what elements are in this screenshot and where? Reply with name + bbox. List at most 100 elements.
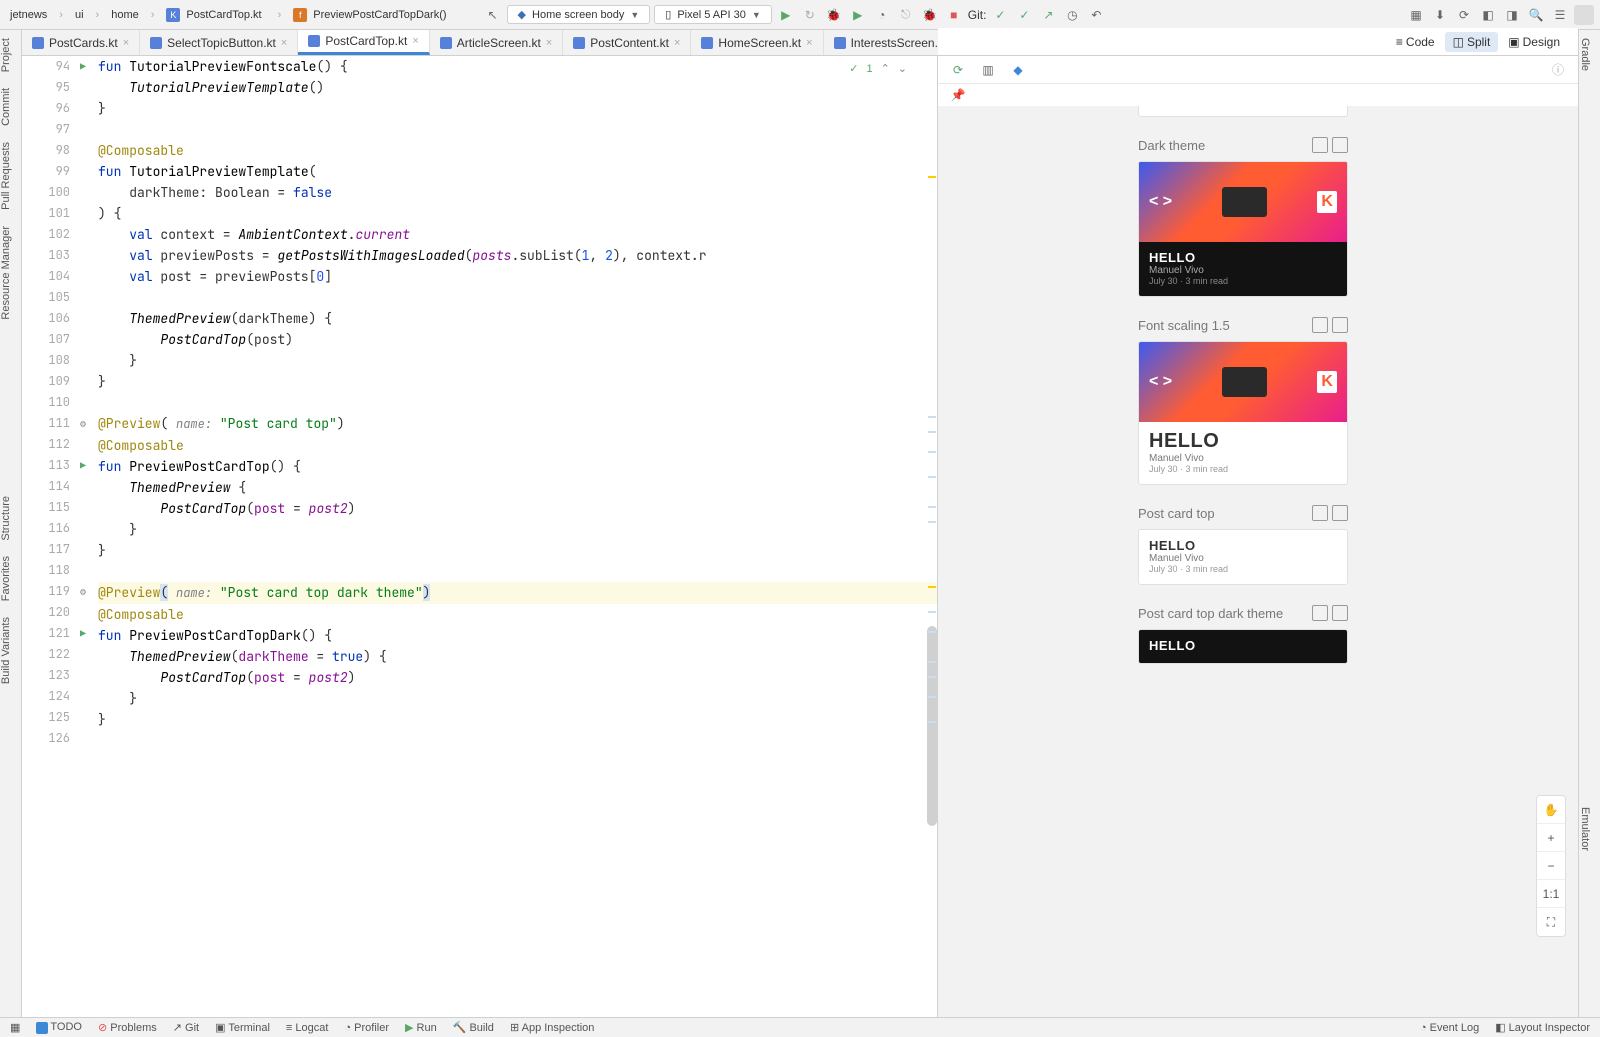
avatar-icon[interactable] <box>1574 5 1594 25</box>
sb-terminal[interactable]: ▣ Terminal <box>215 1021 270 1034</box>
close-icon[interactable]: × <box>123 37 129 49</box>
warnings-icon[interactable]: ⓘ <box>1548 60 1568 80</box>
error-stripe[interactable] <box>928 56 936 1017</box>
zoom-fit-icon[interactable]: ⛶ <box>1537 908 1565 936</box>
code-area[interactable]: fun TutorialPreviewFontscale() { Tutoria… <box>98 56 937 1017</box>
sb-run[interactable]: ▶ Run <box>405 1021 437 1034</box>
rail-resource-manager[interactable]: Resource Manager <box>0 218 12 328</box>
attach-debugger-icon[interactable]: ⎋ <box>896 5 916 25</box>
close-icon[interactable]: × <box>674 37 680 49</box>
apply-changes-icon[interactable]: ↻ <box>800 5 820 25</box>
preview-label: Post card top <box>1138 505 1348 521</box>
sb-logcat[interactable]: ≡ Logcat <box>286 1022 329 1034</box>
sb-git[interactable]: ↗ Git <box>173 1021 199 1034</box>
refresh-icon[interactable]: ⟳ <box>948 60 968 80</box>
interactive-preview-icon[interactable] <box>1332 137 1348 153</box>
sync-icon[interactable]: ⟳ <box>1454 5 1474 25</box>
rollback-icon[interactable]: ↶ <box>1086 5 1106 25</box>
deploy-preview-icon[interactable] <box>1312 605 1328 621</box>
code-editor[interactable]: ✓1 ⌃ ⌄ 94▶959697989910010110210310410510… <box>22 56 937 1017</box>
sb-windows-icon[interactable]: ▦ <box>10 1021 20 1034</box>
view-design-button[interactable]: ▣Design <box>1500 32 1568 52</box>
crumb[interactable]: home <box>107 7 143 23</box>
search-icon[interactable]: 🔍 <box>1526 5 1546 25</box>
back-icon[interactable]: ↖ <box>483 5 503 25</box>
tab-articlescreen[interactable]: ArticleScreen.kt× <box>430 30 563 55</box>
attach-icon[interactable]: 🐞 <box>920 5 940 25</box>
deploy-preview-icon[interactable] <box>1312 137 1328 153</box>
rail-build-variants[interactable]: Build Variants <box>0 609 12 692</box>
zoom-reset[interactable]: 1:1 <box>1537 880 1565 908</box>
tab-selecttopic[interactable]: SelectTopicButton.kt× <box>140 30 298 55</box>
zoom-in-icon[interactable]: + <box>1537 824 1565 852</box>
sb-layoutinsp[interactable]: ◧ Layout Inspector <box>1495 1021 1590 1034</box>
tab-postcards[interactable]: PostCards.kt× <box>22 30 140 55</box>
sb-problems[interactable]: ⊘ Problems <box>98 1021 157 1034</box>
layers-icon[interactable]: ◆ <box>1008 60 1028 80</box>
chevron-down-icon[interactable]: ⌄ <box>898 62 907 75</box>
deploy-preview-icon[interactable] <box>1312 317 1328 333</box>
settings-icon[interactable]: ☰ <box>1550 5 1570 25</box>
sb-appinsp[interactable]: ⊞ App Inspection <box>510 1021 594 1034</box>
run-config-selector[interactable]: ◆ Home screen body▼ <box>507 5 651 24</box>
sdk-manager-icon[interactable]: ⬇ <box>1430 5 1450 25</box>
crumb[interactable]: fPreviewPostCardTopDark() <box>289 6 454 24</box>
close-icon[interactable]: × <box>281 37 287 49</box>
interactive-preview-icon[interactable] <box>1332 505 1348 521</box>
split-icon: ◫ <box>1453 35 1464 49</box>
preview-card[interactable]: HELLOManuel VivoJuly 30 · 3 min read <box>1138 529 1348 585</box>
rail-pull-requests[interactable]: Pull Requests <box>0 134 12 218</box>
sb-eventlog[interactable]: ◔ Event Log <box>1420 1022 1479 1034</box>
git-update-icon[interactable]: ✓ <box>990 5 1010 25</box>
rail-favorites[interactable]: Favorites <box>0 548 12 609</box>
interactive-preview-icon[interactable] <box>1332 317 1348 333</box>
resource-icon[interactable]: ◨ <box>1502 5 1522 25</box>
rail-project[interactable]: Project <box>0 30 12 80</box>
pan-icon[interactable]: ✋ <box>1537 796 1565 824</box>
preview-card[interactable]: HELLO <box>1138 629 1348 664</box>
git-commit-icon[interactable]: ✓ <box>1014 5 1034 25</box>
zoom-out-icon[interactable]: − <box>1537 852 1565 880</box>
git-push-icon[interactable]: ↗ <box>1038 5 1058 25</box>
view-code-button[interactable]: ≡Code <box>1388 32 1443 52</box>
profile-icon[interactable]: ◔ <box>872 5 892 25</box>
rail-emulator[interactable]: Emulator <box>1579 799 1591 859</box>
crumb[interactable]: ui <box>71 7 88 23</box>
rail-structure[interactable]: Structure <box>0 488 12 549</box>
crumb[interactable]: jetnews <box>6 7 51 23</box>
run-icon[interactable]: ▶ <box>776 5 796 25</box>
interactive-icon[interactable]: ▥ <box>978 60 998 80</box>
view-split-button[interactable]: ◫Split <box>1445 32 1499 52</box>
preview-card[interactable]: < >KHELLOManuel VivoJuly 30 · 3 min read <box>1138 341 1348 485</box>
preview-canvas[interactable]: Manuel Vivo July 30 · 3 min read Dark th… <box>938 106 1578 1017</box>
rail-gradle[interactable]: Gradle <box>1579 30 1591 79</box>
pin-icon[interactable]: 📌 <box>948 85 968 105</box>
history-icon[interactable]: ◷ <box>1062 5 1082 25</box>
tab-postcardtop[interactable]: PostCardTop.kt× <box>298 30 429 55</box>
line-gutter[interactable]: 94▶9596979899100101102103104105106107108… <box>22 56 98 1017</box>
tab-homescreen[interactable]: HomeScreen.kt× <box>691 30 823 55</box>
rail-commit[interactable]: Commit <box>0 80 12 134</box>
sb-profiler[interactable]: ◔ Profiler <box>344 1022 389 1034</box>
status-bar: ▦ TODO ⊘ Problems ↗ Git ▣ Terminal ≡ Log… <box>0 1017 1600 1037</box>
sb-todo[interactable]: TODO <box>36 1021 82 1033</box>
tab-postcontent[interactable]: PostContent.kt× <box>563 30 691 55</box>
sb-build[interactable]: 🔨 Build <box>453 1021 494 1034</box>
preview-card[interactable]: < >KHELLOManuel VivoJuly 30 · 3 min read <box>1138 161 1348 297</box>
close-icon[interactable]: × <box>546 37 552 49</box>
crumb[interactable]: KPostCardTop.kt <box>162 6 269 24</box>
deploy-preview-icon[interactable] <box>1312 505 1328 521</box>
preview-card[interactable]: Manuel Vivo July 30 · 3 min read <box>1138 106 1348 117</box>
device-selector[interactable]: ▯ Pixel 5 API 30▼ <box>654 5 771 24</box>
close-icon[interactable]: × <box>412 35 418 47</box>
chevron-up-icon[interactable]: ⌃ <box>881 62 890 75</box>
avd-manager-icon[interactable]: ▦ <box>1406 5 1426 25</box>
layout-inspector-icon[interactable]: ◧ <box>1478 5 1498 25</box>
debug-icon[interactable]: 🐞 <box>824 5 844 25</box>
breadcrumb[interactable]: jetnews› ui› home› KPostCardTop.kt› fPre… <box>6 6 455 24</box>
inspection-widget[interactable]: ✓1 ⌃ ⌄ <box>849 62 907 75</box>
stop-icon[interactable]: ■ <box>944 5 964 25</box>
interactive-preview-icon[interactable] <box>1332 605 1348 621</box>
close-icon[interactable]: × <box>806 37 812 49</box>
coverage-icon[interactable]: ▶ <box>848 5 868 25</box>
